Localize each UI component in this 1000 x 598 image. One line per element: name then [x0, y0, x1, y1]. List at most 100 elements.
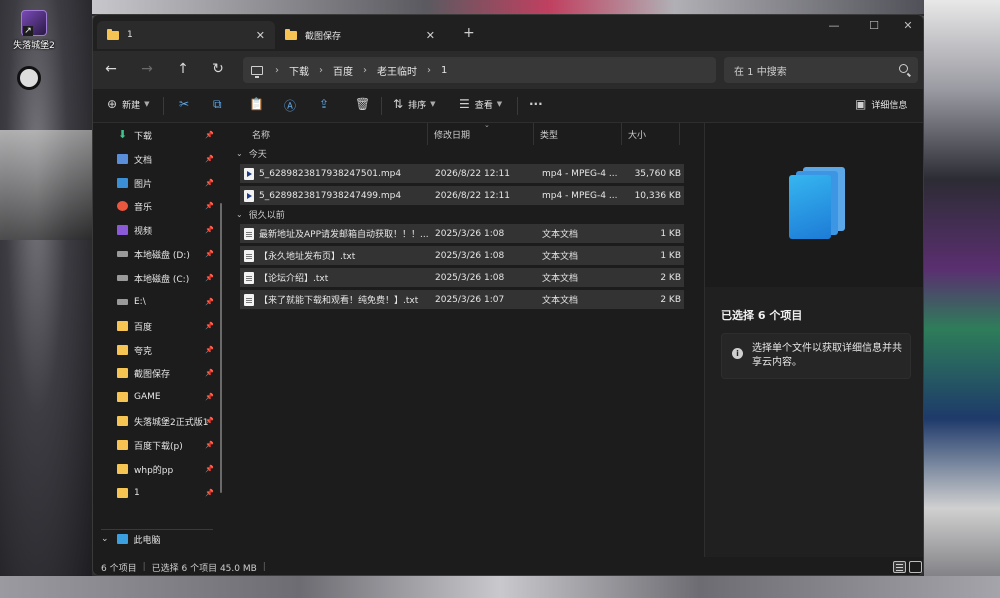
sidebar-item-drive-e[interactable]: E:\ 📌 — [117, 292, 217, 312]
pin-icon[interactable]: 📌 — [205, 250, 214, 258]
sidebar-item-downloads[interactable]: ⬇ 下载 📌 — [117, 125, 217, 145]
column-header-label: 大小 — [628, 130, 647, 141]
pin-icon[interactable]: 📌 — [205, 465, 214, 473]
up-button[interactable]: ↑ — [173, 61, 193, 77]
sidebar-item-music[interactable]: 音乐 📌 — [117, 196, 217, 216]
sidebar-item-pictures[interactable]: 图片 📌 — [117, 173, 217, 193]
file-row[interactable]: 【永久地址发布页】.txt 2025/3/26 1:08 文本文档 1 KB — [240, 246, 684, 265]
file-row[interactable]: 【论坛介绍】.txt 2025/3/26 1:08 文本文档 2 KB — [240, 268, 684, 287]
sidebar-item-label: 图片 — [134, 179, 153, 190]
close-window-button[interactable]: ✕ — [893, 19, 923, 32]
chevron-down-icon: ⌄ — [236, 149, 243, 158]
share-icon[interactable]: ⇪ — [319, 97, 329, 111]
chevron-down-icon: ▼ — [496, 100, 503, 108]
pin-icon[interactable]: 📌 — [205, 393, 214, 401]
file-type: mp4 - MPEG-4 ... — [542, 168, 618, 179]
sidebar-item-drive-c[interactable]: 本地磁盘 (C:) 📌 — [117, 268, 217, 288]
text-file-icon — [244, 293, 254, 306]
info-message: i 选择单个文件以获取详细信息并共享云内容。 — [721, 333, 911, 379]
back-button[interactable]: ← — [101, 61, 121, 77]
column-header-name[interactable]: 名称 — [246, 123, 428, 145]
sidebar-item-folder-1[interactable]: 1 📌 — [117, 483, 217, 503]
plus-circle-icon: ⊕ — [107, 97, 118, 111]
group-header-today[interactable]: ⌄ 今天 — [236, 147, 267, 160]
sidebar-item-documents[interactable]: 文档 📌 — [117, 149, 217, 169]
file-row[interactable]: 【来了就能下载和观看！纯免费！】.txt 2025/3/26 1:07 文本文档… — [240, 290, 684, 309]
tab-screenshots[interactable]: 截图保存 ✕ — [275, 21, 445, 49]
file-type: mp4 - MPEG-4 ... — [542, 190, 618, 201]
close-tab-icon[interactable]: ✕ — [426, 29, 435, 42]
column-header-label: 名称 — [252, 130, 271, 141]
pin-icon[interactable]: 📌 — [205, 131, 214, 139]
close-tab-icon[interactable]: ✕ — [256, 29, 265, 42]
sidebar-item-this-pc[interactable]: ⌄ 此电脑 — [101, 529, 211, 549]
sidebar-item-baidu-download[interactable]: 百度下载(p) 📌 — [117, 435, 217, 455]
sidebar-item-game[interactable]: GAME 📌 — [117, 387, 217, 407]
pin-icon[interactable]: 📌 — [205, 489, 214, 497]
details-view-button[interactable] — [893, 561, 906, 573]
tiles-view-button[interactable] — [909, 561, 922, 573]
chevron-down-icon[interactable]: ⌄ — [101, 534, 109, 544]
pin-icon[interactable]: 📌 — [205, 179, 214, 187]
column-header-size[interactable]: 大小 — [622, 123, 680, 145]
pin-icon[interactable]: 📌 — [205, 417, 214, 425]
pin-icon[interactable]: 📌 — [205, 298, 214, 306]
address-bar[interactable]: › 下载 › 百度 › 老王临时 › 1 — [243, 57, 716, 83]
sidebar-item-screenshots[interactable]: 截图保存 📌 — [117, 363, 217, 383]
column-header-date[interactable]: 修改日期 — [428, 123, 534, 145]
column-header-type[interactable]: 类型 — [534, 123, 622, 145]
new-button[interactable]: ⊕ 新建 ▼ — [107, 97, 149, 111]
sidebar-item-drive-d[interactable]: 本地磁盘 (D:) 📌 — [117, 244, 217, 264]
group-header-long-ago[interactable]: ⌄ 很久以前 — [236, 208, 285, 221]
video-icon — [117, 225, 128, 235]
rename-icon[interactable]: Ⓐ — [284, 97, 296, 114]
pin-icon[interactable]: 📌 — [205, 322, 214, 330]
search-placeholder: 在 1 中搜索 — [734, 66, 787, 78]
delete-icon[interactable]: 🗑 — [355, 97, 370, 111]
sidebar-scrollbar[interactable] — [220, 203, 222, 493]
pin-icon[interactable]: 📌 — [205, 441, 214, 449]
forward-button[interactable]: → — [137, 61, 157, 77]
sidebar-item-quark[interactable]: 夸克 📌 — [117, 340, 217, 360]
wallpaper-top — [92, 0, 924, 14]
pin-icon[interactable]: 📌 — [205, 346, 214, 354]
pin-icon[interactable]: 📌 — [205, 155, 214, 163]
sort-button[interactable]: ⇅ 排序 ▼ — [393, 97, 435, 111]
sidebar-item-videos[interactable]: 视频 📌 — [117, 220, 217, 240]
breadcrumb-baidu[interactable]: 百度 — [333, 63, 353, 78]
breadcrumb-download[interactable]: 下载 — [289, 63, 309, 78]
pin-icon[interactable]: 📌 — [205, 202, 214, 210]
minimize-button[interactable]: — — [819, 19, 849, 32]
file-row[interactable]: 最新地址及APP请发邮箱自动获取！！！... 2025/3/26 1:08 文本… — [240, 224, 684, 243]
details-pane-button[interactable]: ▣ 详细信息 — [855, 97, 907, 111]
folder-icon — [117, 321, 128, 331]
cut-icon[interactable]: ✂ — [179, 97, 189, 111]
sidebar-item-lost-castle[interactable]: 失落城堡2正式版1 📌 — [117, 411, 217, 431]
breadcrumb-laowang[interactable]: 老王临时 — [377, 63, 417, 78]
sidebar-item-label: 此电脑 — [133, 535, 161, 546]
refresh-button[interactable]: ↻ — [208, 61, 228, 77]
paste-icon[interactable]: 📋 — [249, 97, 264, 111]
desktop-target-icon[interactable] — [17, 66, 41, 90]
file-row[interactable]: 5_6289823817938247501.mp4 2026/8/22 12:1… — [240, 164, 684, 183]
copy-icon[interactable]: ⧉ — [213, 97, 222, 112]
new-tab-button[interactable]: + — [463, 25, 475, 41]
sidebar-item-baidu[interactable]: 百度 📌 — [117, 316, 217, 336]
sidebar-item-whp[interactable]: whp的pp 📌 — [117, 459, 217, 479]
sidebar-item-label: 音乐 — [134, 202, 153, 213]
pin-icon[interactable]: 📌 — [205, 274, 214, 282]
pin-icon[interactable]: 📌 — [205, 369, 214, 377]
chevron-down-icon: ⌄ — [236, 210, 243, 219]
status-bar: 6 个项目 | 已选择 6 个项目 45.0 MB | — [93, 557, 923, 575]
tab-1[interactable]: 1 ✕ — [97, 21, 275, 49]
search-input[interactable]: 在 1 中搜索 — [724, 57, 918, 83]
more-options-icon[interactable]: ··· — [529, 97, 543, 111]
pictures-icon — [117, 178, 128, 188]
file-row[interactable]: 5_6289823817938247499.mp4 2026/8/22 12:1… — [240, 186, 684, 205]
breadcrumb-1[interactable]: 1 — [441, 65, 447, 76]
view-button[interactable]: ☰ 查看 ▼ — [459, 97, 502, 111]
desktop-shortcut[interactable]: 失落城堡2 — [4, 10, 64, 51]
maximize-button[interactable]: ☐ — [859, 19, 889, 32]
pin-icon[interactable]: 📌 — [205, 226, 214, 234]
sidebar-item-label: GAME — [134, 392, 161, 402]
